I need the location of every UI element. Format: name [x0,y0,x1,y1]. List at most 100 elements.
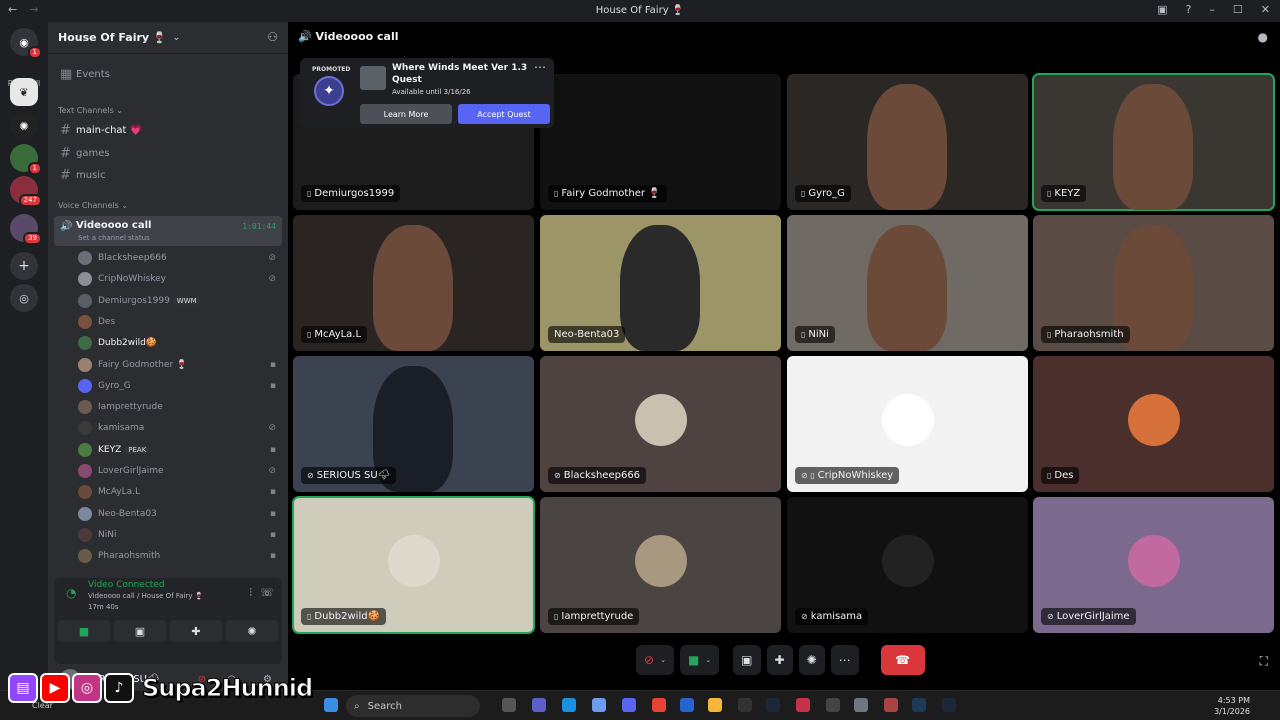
system-clock[interactable]: 4:53 PM 3/1/2026 [1214,695,1250,717]
help-icon[interactable]: ? [1186,3,1192,16]
add-server-icon[interactable]: + [10,252,38,280]
learn-more-button[interactable]: Learn More [360,104,452,124]
accept-quest-button[interactable]: Accept Quest [458,104,550,124]
disconnect-icon[interactable]: ☏ [260,586,274,599]
video-tile[interactable]: ▯ Iamprettyrude [540,497,781,633]
inbox-icon[interactable]: ▣ [1157,3,1167,16]
settings-app-icon[interactable] [854,698,868,712]
video-tile[interactable]: ▯ Gyro_G [787,74,1028,210]
text-category[interactable]: Text Channels ⌄ [58,106,123,115]
fullscreen-icon[interactable]: ⛶ [1260,654,1268,669]
voice-user-row[interactable]: Gyro_G ▪ [78,376,280,396]
video-tile[interactable]: Neo-Benta03 [540,215,781,351]
app-icon-m[interactable] [912,698,926,712]
chevron-down-icon: ⌄ [172,32,181,43]
voice-user-row[interactable]: kamisama ⊘ [78,418,280,438]
voice-user-row[interactable]: Des [78,312,280,332]
screen-share-icon[interactable]: ▣ [114,620,166,642]
voice-user-row[interactable]: CripNoWhiskey ⊘ [78,269,280,289]
voice-user-row[interactable]: KEYZ PEAK ▪ [78,440,280,460]
chrome-icon[interactable] [652,698,666,712]
video-tile[interactable]: ⊘ LoverGirlJaime [1033,497,1274,633]
server-folder-1[interactable]: 247 [10,176,42,207]
leave-call-button[interactable]: ☎ [880,645,925,675]
voice-category[interactable]: Voice Channels ⌄ [58,201,128,210]
activities-button[interactable]: ✚ [766,645,793,675]
taskbar-search[interactable]: ⌕ Search [346,695,480,717]
video-tile[interactable]: ⊘ kamisama [787,497,1028,633]
guild-header[interactable]: House Of Fairy 🍷 ⌄ ⚇ [48,22,288,54]
discord-app-icon[interactable] [622,698,636,712]
video-tile[interactable]: ▯ KEYZ [1032,73,1275,211]
server-icon-2[interactable]: ✺ [10,112,38,140]
copilot-icon[interactable] [592,698,606,712]
steam-icon[interactable] [766,698,780,712]
maximize-icon[interactable]: ☐ [1233,3,1243,16]
soundboard-button[interactable]: ✺ [798,645,825,675]
task-view-icon[interactable] [502,698,516,712]
voice-user-row[interactable]: Iamprettyrude [78,397,280,417]
more-options-icon[interactable]: ⋯ [534,60,546,74]
participant-name: Neo-Benta03 [554,329,620,340]
direct-messages-button[interactable]: ◉ 1 [10,28,42,59]
video-tile[interactable]: ⊘ ▯ CripNoWhiskey [787,356,1028,492]
video-tile[interactable]: ▯ Des [1033,356,1274,492]
channel-main-chat[interactable]: # main-chat 💗 [56,120,280,140]
voice-user-name: Dubb2wild🍪 [98,338,158,349]
camera-button[interactable]: ■ ⌄ [679,645,720,675]
activities-icon[interactable]: ✚ [170,620,222,642]
voice-user-row[interactable]: Dubb2wild🍪 [78,333,280,353]
chevron-down-icon[interactable]: ⌄ [705,656,711,664]
chevron-down-icon[interactable]: ⌄ [660,656,666,664]
channel-games[interactable]: # games [56,143,280,163]
chat-bubble-icon[interactable]: ● [1258,30,1268,44]
store-icon[interactable] [680,698,694,712]
noise-suppression-icon[interactable]: ⫶ [249,586,252,600]
server-icon-3[interactable]: 1 [10,144,42,175]
more-button[interactable]: ⋯ [830,645,859,675]
teams-icon[interactable] [532,698,546,712]
video-tile[interactable]: ▯ Fairy Godmother 🍷 [540,74,781,210]
server-folder-2[interactable]: 39 [10,214,42,245]
channel-music[interactable]: # music [56,165,280,185]
events-link[interactable]: ▦ Events [56,64,280,84]
app-icon-n[interactable] [826,698,840,712]
voice-status[interactable]: Video Connected [88,580,165,590]
obs-icon[interactable] [738,698,752,712]
voice-user-row[interactable]: Demiurgos1999 WWM [78,291,280,311]
voice-user-row[interactable]: LoverGirlJaime ⊘ [78,461,280,481]
soundboard-icon[interactable]: ✺ [226,620,278,642]
steam-client-icon[interactable] [942,698,956,712]
voice-channel-videoooo[interactable]: 🔊 Videoooo call Set a channel status 1:0… [54,216,282,246]
close-icon[interactable]: ✕ [1261,3,1270,16]
voice-user-row[interactable]: Fairy Godmother 🍷 ▪ [78,355,280,375]
video-tile[interactable]: ▯ Dubb2wild🍪 [292,496,535,634]
server-house-of-fairy[interactable]: ❦ [10,78,38,106]
channel-status-prompt[interactable]: Set a channel status [78,234,150,242]
video-tile[interactable]: ▯ NiNi [787,215,1028,351]
video-tile[interactable]: ⊘ SERIOUS SU🌩 [293,356,534,492]
voice-user-row[interactable]: Pharaohsmith ▪ [78,546,280,566]
mute-button[interactable]: ⊘ ⌄ [636,645,674,675]
tiktok-icon: ♪ [104,673,134,703]
video-tile[interactable]: ⊘ Blacksheep666 [540,356,781,492]
windows-start-icon[interactable] [324,698,338,712]
voice-user-row[interactable]: Neo-Benta03 ▪ [78,504,280,524]
screen-share-button[interactable]: ▣ [733,645,761,675]
file-explorer-icon[interactable] [708,698,722,712]
voice-location[interactable]: Videoooo call / House Of Fairy 🍷 [88,592,203,600]
invite-people-icon[interactable]: ⚇ [267,30,278,44]
voice-user-row[interactable]: Blacksheep666 ⊘ [78,248,280,268]
video-tile[interactable]: ▯ McAyLa.L [293,215,534,351]
voice-user-name: NiNi [98,529,117,540]
archive-app-icon[interactable] [884,698,898,712]
discover-icon[interactable]: ◎ [10,284,38,312]
camera-icon[interactable]: ■ [58,620,110,642]
mic-muted-icon: ⊘ [554,471,561,480]
edge-icon[interactable] [562,698,576,712]
minimize-icon[interactable]: – [1209,3,1215,16]
video-tile[interactable]: ▯ Pharaohsmith [1033,215,1274,351]
voice-user-row[interactable]: NiNi ▪ [78,525,280,545]
app-icon-a[interactable] [796,698,810,712]
voice-user-row[interactable]: McAyLa.L ▪ [78,482,280,502]
